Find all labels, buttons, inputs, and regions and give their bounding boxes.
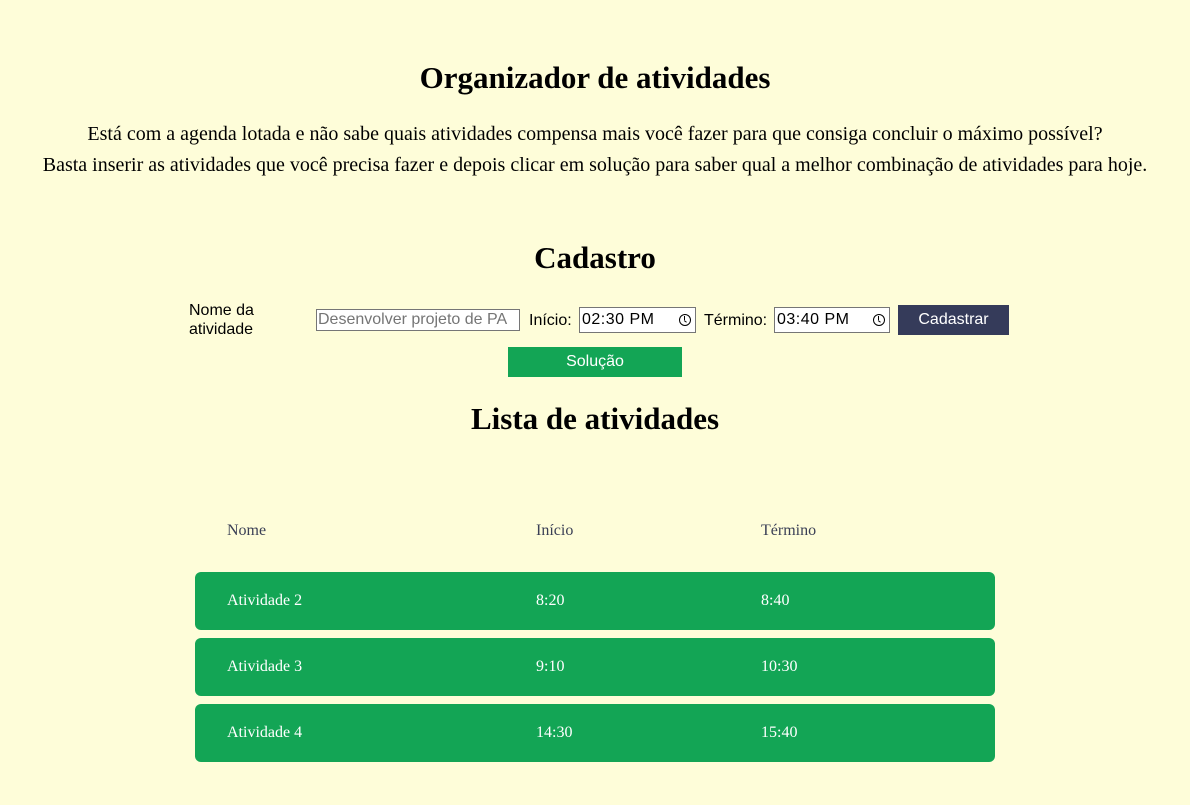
activity-row[interactable]: Atividade 3 9:10 10:30 xyxy=(195,638,995,696)
activity-list: Atividade 2 8:20 8:40 Atividade 3 9:10 1… xyxy=(195,572,995,770)
activity-name: Atividade 3 xyxy=(227,658,303,675)
column-header-start: Início xyxy=(536,522,574,539)
solucao-button[interactable]: Solução xyxy=(508,347,682,377)
activity-end: 15:40 xyxy=(761,724,798,741)
column-header-end: Término xyxy=(761,522,817,539)
end-time-label: Término: xyxy=(704,312,768,329)
activity-name-input[interactable] xyxy=(316,309,520,331)
activity-name: Atividade 2 xyxy=(227,592,303,609)
end-time-input[interactable]: 03:40 PM xyxy=(774,307,890,333)
activity-end: 8:40 xyxy=(761,592,790,609)
start-time-input[interactable]: 02:30 PM xyxy=(579,307,696,333)
start-time-value: 02:30 PM xyxy=(582,311,655,328)
intro-line-2: Basta inserir as atividades que você pre… xyxy=(42,154,1148,176)
activity-row[interactable]: Atividade 2 8:20 8:40 xyxy=(195,572,995,630)
intro-line-1: Está com a agenda lotada e não sabe quai… xyxy=(87,123,1103,145)
clock-icon[interactable] xyxy=(873,314,885,326)
activity-start: 9:10 xyxy=(536,658,565,675)
column-header-name: Nome xyxy=(227,522,267,539)
table-header: Nome Início Término xyxy=(195,516,995,546)
activity-name: Atividade 4 xyxy=(227,724,303,741)
activity-name-label: Nome da atividade xyxy=(189,302,254,338)
cadastro-title: Cadastro xyxy=(534,240,656,275)
page-title: Organizador de atividades xyxy=(419,60,771,95)
start-time-label: Início: xyxy=(529,312,572,329)
activity-end: 10:30 xyxy=(761,658,798,675)
intro-text: Está com a agenda lotada e não sabe quai… xyxy=(0,119,1190,181)
activity-start: 14:30 xyxy=(536,724,573,741)
activity-row[interactable]: Atividade 4 14:30 15:40 xyxy=(195,704,995,762)
clock-icon[interactable] xyxy=(679,314,691,326)
activity-list-title: Lista de atividades xyxy=(470,401,720,436)
end-time-value: 03:40 PM xyxy=(777,311,850,328)
cadastrar-button[interactable]: Cadastrar xyxy=(898,305,1009,335)
activity-start: 8:20 xyxy=(536,592,565,609)
